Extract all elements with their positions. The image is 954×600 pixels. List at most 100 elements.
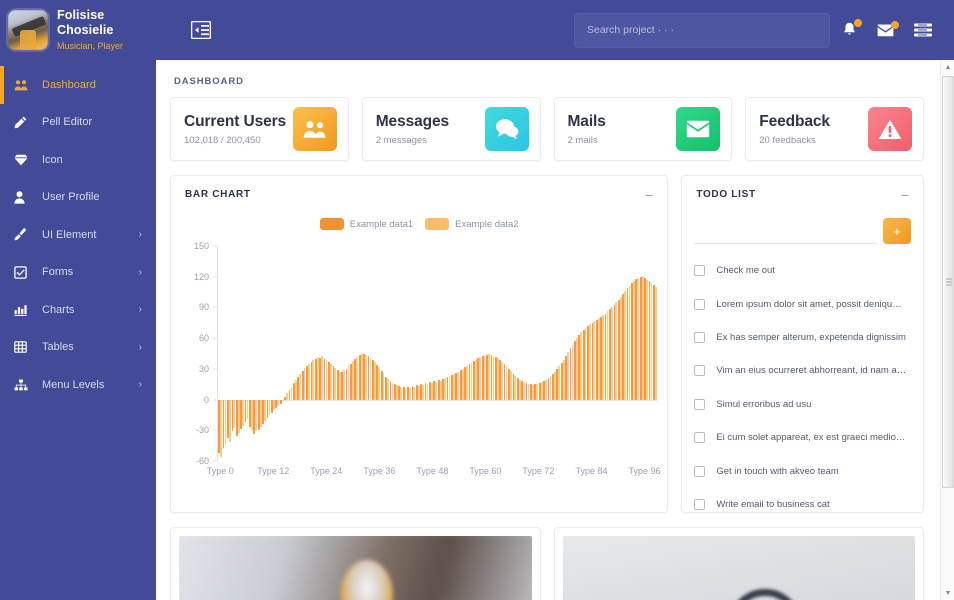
todo-checkbox[interactable]: [694, 398, 706, 410]
legend-swatch: [425, 218, 450, 230]
users-icon: [292, 107, 337, 151]
avatar: [8, 10, 48, 50]
brand-role: Musician, Player: [57, 41, 124, 51]
x-axis-tick-label: Type 48: [416, 466, 449, 476]
sidebar-item-pell-editor[interactable]: Pell Editor: [0, 104, 156, 142]
sidebar-item-menu-levels[interactable]: Menu Levels ›: [0, 366, 156, 404]
todo-list-title: TODO LIST: [696, 189, 756, 200]
stat-subtitle: 102,018 / 200,450: [184, 134, 261, 146]
list-menu-icon[interactable]: [914, 23, 932, 37]
stat-card[interactable]: Current Users 102,018 / 200,450: [170, 97, 349, 161]
legend-label: Example data1: [349, 218, 414, 230]
pencil-icon: [14, 116, 36, 129]
stat-card[interactable]: Feedback 20 feedbacks: [745, 97, 924, 161]
chevron-right-icon: ›: [138, 266, 142, 278]
legend-item[interactable]: Example data1: [319, 218, 414, 230]
bar-chart-header: BAR CHART −: [171, 176, 667, 208]
sidebar-item-ui-element[interactable]: UI Element ›: [0, 216, 156, 254]
dashboard-app: Folisise Chosielie Musician, Player Dash…: [0, 0, 954, 600]
y-axis-tick: [213, 399, 217, 401]
vertical-scrollbar[interactable]: ▲ ▼: [940, 60, 954, 600]
todo-checkbox[interactable]: [694, 432, 706, 444]
todo-label: Simul erroribus ad usu: [716, 398, 812, 410]
x-axis-tick-label: Type 96: [628, 466, 661, 476]
todo-item[interactable]: Lorem ipsum dolor sit amet, possit deniq…: [694, 287, 911, 320]
sidebar-brand[interactable]: Folisise Chosielie Musician, Player: [0, 0, 156, 60]
stat-title: Current Users: [184, 112, 287, 130]
sidebar-item-label: Pell Editor: [42, 116, 93, 129]
x-axis-tick-label: Type 12: [257, 466, 290, 476]
todo-label: Ex has semper alterum, expetenda digniss…: [716, 331, 906, 343]
minimize-icon[interactable]: −: [901, 188, 909, 202]
sidebar-item-user-profile[interactable]: User Profile: [0, 179, 156, 217]
sidebar-item-icon[interactable]: Icon: [0, 141, 156, 179]
todo-item[interactable]: Vim an eius ocurreret abhorreant, id nam…: [694, 354, 911, 387]
stat-card[interactable]: Messages 2 messages: [361, 97, 541, 161]
blurred-photo-headphones: [562, 536, 915, 600]
sidebar-nav: Dashboard Pell Editor Icon User Profile UI E…: [0, 66, 156, 404]
y-axis-tick: [213, 245, 217, 247]
todo-item[interactable]: Write email to business cat: [694, 488, 911, 521]
sidebar-item-tables[interactable]: Tables ›: [0, 329, 156, 367]
sidebar-item-label: Icon: [42, 153, 63, 166]
todo-item[interactable]: Ei cum solet appareat, ex est graeci med…: [694, 421, 911, 454]
scrollbar-thumb[interactable]: [942, 76, 954, 488]
stat-subtitle: 2 mails: [567, 134, 598, 146]
stat-text: Feedback 20 feedbacks: [759, 113, 830, 146]
sidebar: Folisise Chosielie Musician, Player Dash…: [0, 0, 156, 600]
y-axis-tick-label: 150: [193, 241, 209, 251]
media-card[interactable]: [553, 527, 924, 600]
sidebar-item-label: UI Element: [42, 228, 97, 241]
sidebar-item-forms[interactable]: Forms ›: [0, 254, 156, 292]
todo-item[interactable]: Check me out: [694, 254, 911, 287]
user-icon: [14, 191, 36, 204]
bar-chart-title: BAR CHART: [185, 189, 251, 200]
todo-item[interactable]: Get in touch with akveo team: [694, 454, 911, 487]
topbar-icons: [842, 19, 932, 38]
scroll-down-arrow[interactable]: ▼: [941, 586, 954, 600]
y-axis-tick-label: 60: [198, 333, 209, 344]
diamond-icon: [14, 154, 36, 166]
media-card[interactable]: [170, 527, 541, 600]
panels-row: BAR CHART − Example data1 Example data2 1…: [170, 175, 924, 513]
search-input[interactable]: [574, 12, 830, 48]
minimize-icon[interactable]: −: [645, 188, 653, 202]
stat-subtitle: 2 messages: [375, 134, 427, 146]
y-axis-tick-label: -30: [195, 425, 209, 436]
search-container: [574, 12, 830, 48]
todo-checkbox[interactable]: [694, 498, 706, 510]
sidebar-item-charts[interactable]: Charts ›: [0, 291, 156, 329]
checkbox-icon: [14, 265, 36, 279]
y-axis-tick-label: 90: [198, 302, 209, 313]
legend-item[interactable]: Example data2: [425, 218, 519, 230]
stat-title: Feedback: [759, 112, 830, 130]
y-axis-tick: [213, 429, 217, 431]
x-axis-tick-label: Type 0: [206, 466, 234, 476]
todo-item[interactable]: Ex has semper alterum, expetenda digniss…: [694, 321, 911, 354]
todo-checkbox[interactable]: [694, 465, 706, 477]
todo-label: Check me out: [716, 265, 775, 277]
sidebar-item-dashboard[interactable]: Dashboard: [0, 66, 156, 104]
stat-card[interactable]: Mails 2 mails: [553, 97, 733, 161]
envelope-icon: [676, 107, 721, 151]
dashboard-icon: [14, 79, 36, 91]
todo-checkbox[interactable]: [694, 298, 706, 310]
main-content: DASHBOARD Current Users 102,018 / 200,450…: [156, 60, 954, 600]
todo-checkbox[interactable]: [694, 331, 706, 343]
envelope-icon[interactable]: [877, 20, 899, 37]
stat-text: Current Users 102,018 / 200,450: [184, 113, 286, 146]
todo-input[interactable]: [694, 216, 877, 244]
bell-icon[interactable]: [842, 19, 862, 38]
scrollbar-track[interactable]: [941, 74, 954, 586]
todo-checkbox[interactable]: [694, 265, 706, 277]
todo-item[interactable]: Simul erroribus ad usu: [694, 388, 911, 421]
sidebar-collapse-icon[interactable]: [191, 21, 211, 39]
todo-checkbox[interactable]: [694, 365, 706, 377]
scroll-up-arrow[interactable]: ▲: [941, 60, 954, 74]
stat-title: Mails: [567, 112, 606, 130]
sidebar-item-label: Dashboard: [42, 78, 96, 91]
todo-label: Lorem ipsum dolor sit amet, possit deniq…: [716, 298, 906, 310]
todo-add-button[interactable]: +: [883, 218, 911, 244]
chart-bars: [218, 246, 657, 461]
y-axis-tick-label: -60: [195, 456, 209, 466]
